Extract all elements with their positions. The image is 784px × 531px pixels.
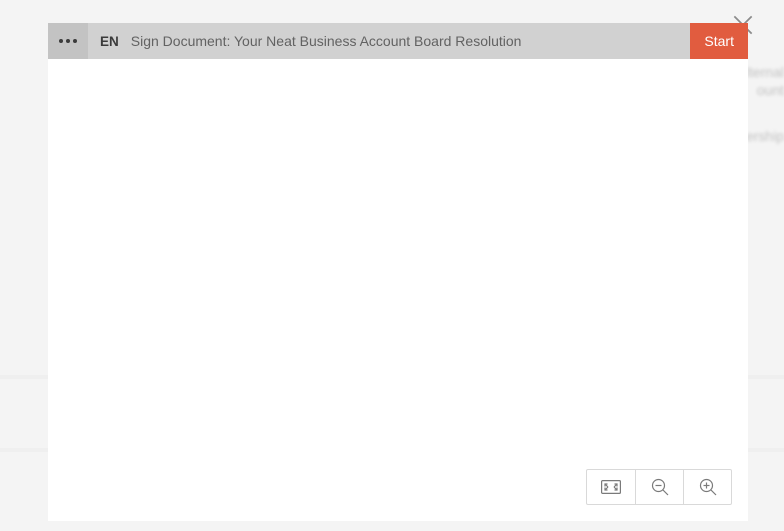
zoom-in-icon (698, 477, 718, 497)
fit-to-screen-button[interactable] (587, 470, 635, 504)
zoom-toolbar (586, 469, 732, 505)
more-icon (73, 39, 77, 43)
zoom-out-button[interactable] (635, 470, 683, 504)
modal-toolbar: EN Sign Document: Your Neat Business Acc… (48, 23, 748, 59)
start-button[interactable]: Start (690, 23, 748, 59)
background-blur-text: ership (746, 128, 784, 144)
fit-to-screen-icon (601, 480, 621, 494)
more-icon (66, 39, 70, 43)
zoom-in-button[interactable] (683, 470, 731, 504)
more-options-button[interactable] (48, 23, 88, 59)
more-icon (59, 39, 63, 43)
background-blur-text: lternal (746, 64, 784, 80)
language-selector[interactable]: EN (88, 23, 129, 59)
document-viewport[interactable] (48, 59, 748, 521)
background-blur-text: ount (757, 82, 784, 98)
zoom-out-icon (650, 477, 670, 497)
sign-document-modal: EN Sign Document: Your Neat Business Acc… (48, 23, 748, 521)
document-title: Sign Document: Your Neat Business Accoun… (129, 23, 691, 59)
